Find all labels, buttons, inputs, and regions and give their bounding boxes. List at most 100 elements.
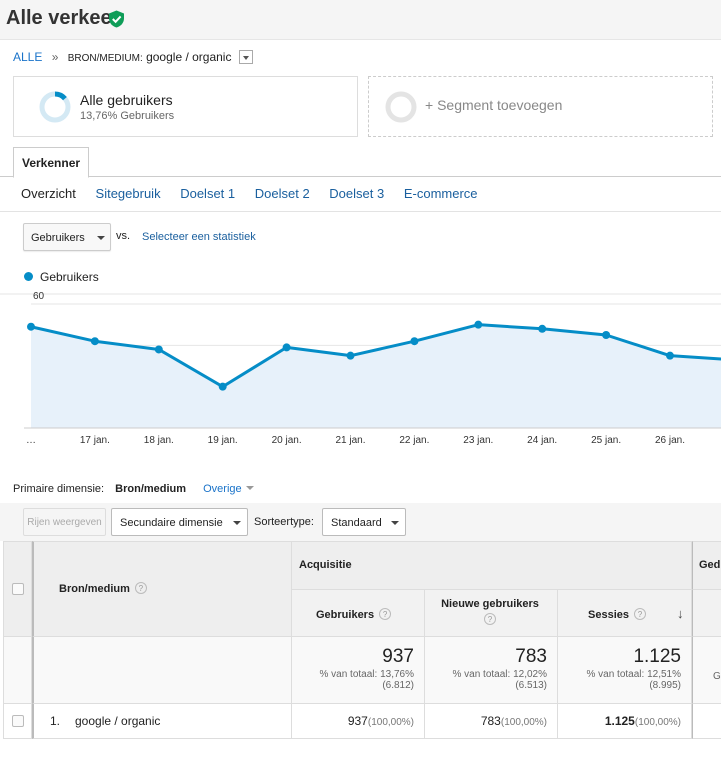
select-statistic-link[interactable]: Selecteer een statistiek bbox=[142, 231, 256, 243]
users-line-chart: 604020…17 jan.18 jan.19 jan.20 jan.21 ja… bbox=[0, 291, 721, 446]
total-users-percent: % van totaal: 13,76% bbox=[319, 669, 414, 680]
data-point bbox=[282, 343, 291, 352]
behavior-label: Gedr bbox=[699, 559, 721, 571]
total-sessions-percent: % van totaal: 12,51% bbox=[586, 669, 681, 680]
breadcrumb-current-label: BRON/MEDIUM: bbox=[67, 53, 143, 64]
tab-explorer[interactable]: Verkenner bbox=[13, 147, 90, 178]
segment-all-users-card[interactable]: Alle gebruikers 13,76% Gebruikers bbox=[13, 76, 358, 137]
breadcrumb-all-link[interactable]: ALLE bbox=[13, 50, 42, 64]
data-point bbox=[154, 345, 163, 354]
column-header-sessions[interactable]: Sessies? ↓ bbox=[558, 590, 692, 637]
data-point bbox=[410, 337, 419, 346]
data-point bbox=[27, 322, 35, 331]
add-segment-label: + Segment toevoegen bbox=[425, 97, 563, 113]
help-icon[interactable]: ? bbox=[134, 582, 147, 594]
x-tick-label: 21 jan. bbox=[335, 435, 365, 446]
empty-segment-ring-icon bbox=[385, 91, 417, 123]
breadcrumb-current-value: google / organic bbox=[146, 50, 232, 64]
breadcrumb: ALLE » BRON/MEDIUM: google / organic bbox=[13, 49, 253, 65]
column-header-users[interactable]: Gebruikers? bbox=[292, 590, 425, 637]
subtab-goal-set-1[interactable]: Doelset 1 bbox=[180, 186, 235, 201]
data-point bbox=[346, 351, 355, 360]
sort-type-value: Standaard bbox=[331, 517, 382, 529]
row-new-users-pct: (100,00%) bbox=[500, 717, 547, 728]
help-icon[interactable]: ? bbox=[379, 608, 392, 620]
row-users-value: 937 bbox=[347, 714, 368, 728]
secondary-dimension-label: Secundaire dimensie bbox=[120, 517, 223, 529]
legend-series-name: Gebruikers bbox=[40, 270, 99, 284]
y-tick-label: 60 bbox=[33, 291, 45, 302]
x-tick-label: … bbox=[26, 435, 36, 446]
chevron-down-icon bbox=[233, 521, 241, 525]
secondary-dimension-button[interactable]: Secundaire dimensie bbox=[111, 508, 248, 536]
metric-select[interactable]: Gebruikers bbox=[23, 223, 111, 251]
breadcrumb-separator: » bbox=[51, 50, 59, 64]
select-all-checkbox[interactable] bbox=[12, 583, 24, 595]
x-tick-label: 25 jan. bbox=[591, 435, 621, 446]
page-title: Alle verkeer bbox=[6, 7, 120, 29]
sort-type-label: Sorteertype: bbox=[254, 516, 314, 528]
column-header-new-users[interactable]: Nieuwe gebruikers ? bbox=[425, 590, 558, 637]
show-rows-button[interactable]: Rijen weergeven bbox=[23, 508, 106, 536]
row-sessions-pct: (100,00%) bbox=[634, 717, 681, 728]
subtab-goal-set-2[interactable]: Doelset 2 bbox=[255, 186, 310, 201]
row-sessions-cell: 1.125(100,00%) bbox=[558, 704, 692, 739]
subtab-ecommerce[interactable]: E-commerce bbox=[404, 186, 478, 201]
total-sessions-cell: 1.125 % van totaal: 12,51% (8.995) bbox=[558, 637, 692, 704]
x-tick-label: 26 jan. bbox=[655, 435, 685, 446]
total-new-users-percent: % van totaal: 12,02% bbox=[452, 669, 547, 680]
totals-check-cell bbox=[3, 637, 32, 704]
top-bar: Alle verkeer bbox=[0, 0, 721, 40]
legend-dot-icon bbox=[24, 272, 33, 281]
data-point bbox=[90, 337, 99, 346]
dimension-header[interactable]: Bron/medium? bbox=[32, 541, 292, 637]
tabs-row: Verkenner bbox=[0, 147, 721, 178]
chevron-down-icon bbox=[97, 236, 105, 240]
verified-shield-icon bbox=[109, 10, 124, 28]
total-behavior-cell: G bbox=[692, 637, 721, 704]
behavior-column-header bbox=[692, 590, 721, 637]
subtab-overview[interactable]: Overzicht bbox=[21, 186, 76, 201]
total-new-users-base: (6.513) bbox=[515, 680, 547, 691]
row-users-cell: 937(100,00%) bbox=[292, 704, 425, 739]
chevron-down-icon bbox=[245, 486, 254, 490]
total-new-users-value: 783 bbox=[515, 646, 547, 667]
subtab-goal-set-3[interactable]: Doelset 3 bbox=[329, 186, 384, 201]
totals-dimension-cell bbox=[32, 637, 292, 704]
subtab-site-usage[interactable]: Sitegebruik bbox=[96, 186, 161, 201]
acquisition-group-header: Acquisitie bbox=[292, 541, 692, 590]
acquisition-label: Acquisitie bbox=[299, 559, 352, 571]
breadcrumb-dropdown-button[interactable] bbox=[238, 49, 253, 64]
total-users-value: 937 bbox=[382, 646, 414, 667]
segment-name: Alle gebruikers bbox=[80, 92, 173, 108]
help-icon[interactable]: ? bbox=[633, 608, 646, 620]
x-tick-label: 24 jan. bbox=[527, 435, 557, 446]
column-sessions-label: Sessies bbox=[588, 609, 629, 621]
add-segment-button[interactable]: + Segment toevoegen bbox=[368, 76, 713, 137]
column-users-label: Gebruikers bbox=[316, 609, 375, 621]
x-tick-label: 22 jan. bbox=[399, 435, 429, 446]
sort-type-select[interactable]: Standaard bbox=[322, 508, 406, 536]
row-behavior-cell bbox=[692, 704, 721, 739]
total-behavior-partial: G bbox=[713, 671, 721, 682]
row-users-pct: (100,00%) bbox=[367, 717, 414, 728]
primary-dimension-label: Primaire dimensie: bbox=[13, 483, 105, 495]
row-checkbox[interactable] bbox=[12, 715, 24, 727]
x-tick-label: 20 jan. bbox=[272, 435, 302, 446]
vs-label: vs. bbox=[116, 230, 131, 242]
help-icon[interactable]: ? bbox=[484, 613, 496, 625]
table-controls: Rijen weergeven Secundaire dimensie Sort… bbox=[0, 503, 721, 541]
select-all-cell bbox=[3, 541, 32, 637]
primary-dimension-other[interactable]: Overige bbox=[203, 483, 254, 495]
chart-legend: Gebruikers bbox=[24, 270, 99, 284]
x-tick-label: 19 jan. bbox=[208, 435, 238, 446]
total-sessions-base: (8.995) bbox=[649, 680, 681, 691]
dimension-header-label: Bron/medium bbox=[59, 583, 130, 595]
total-new-users-cell: 783 % van totaal: 12,02% (6.513) bbox=[425, 637, 558, 704]
metric-select-value: Gebruikers bbox=[31, 232, 85, 244]
total-users-cell: 937 % van totaal: 13,76% (6.812) bbox=[292, 637, 425, 704]
segment-share: 13,76% Gebruikers bbox=[80, 110, 175, 122]
row-dimension-link[interactable]: google / organic bbox=[75, 714, 160, 728]
other-label: Overige bbox=[203, 483, 242, 495]
data-point bbox=[218, 382, 227, 391]
